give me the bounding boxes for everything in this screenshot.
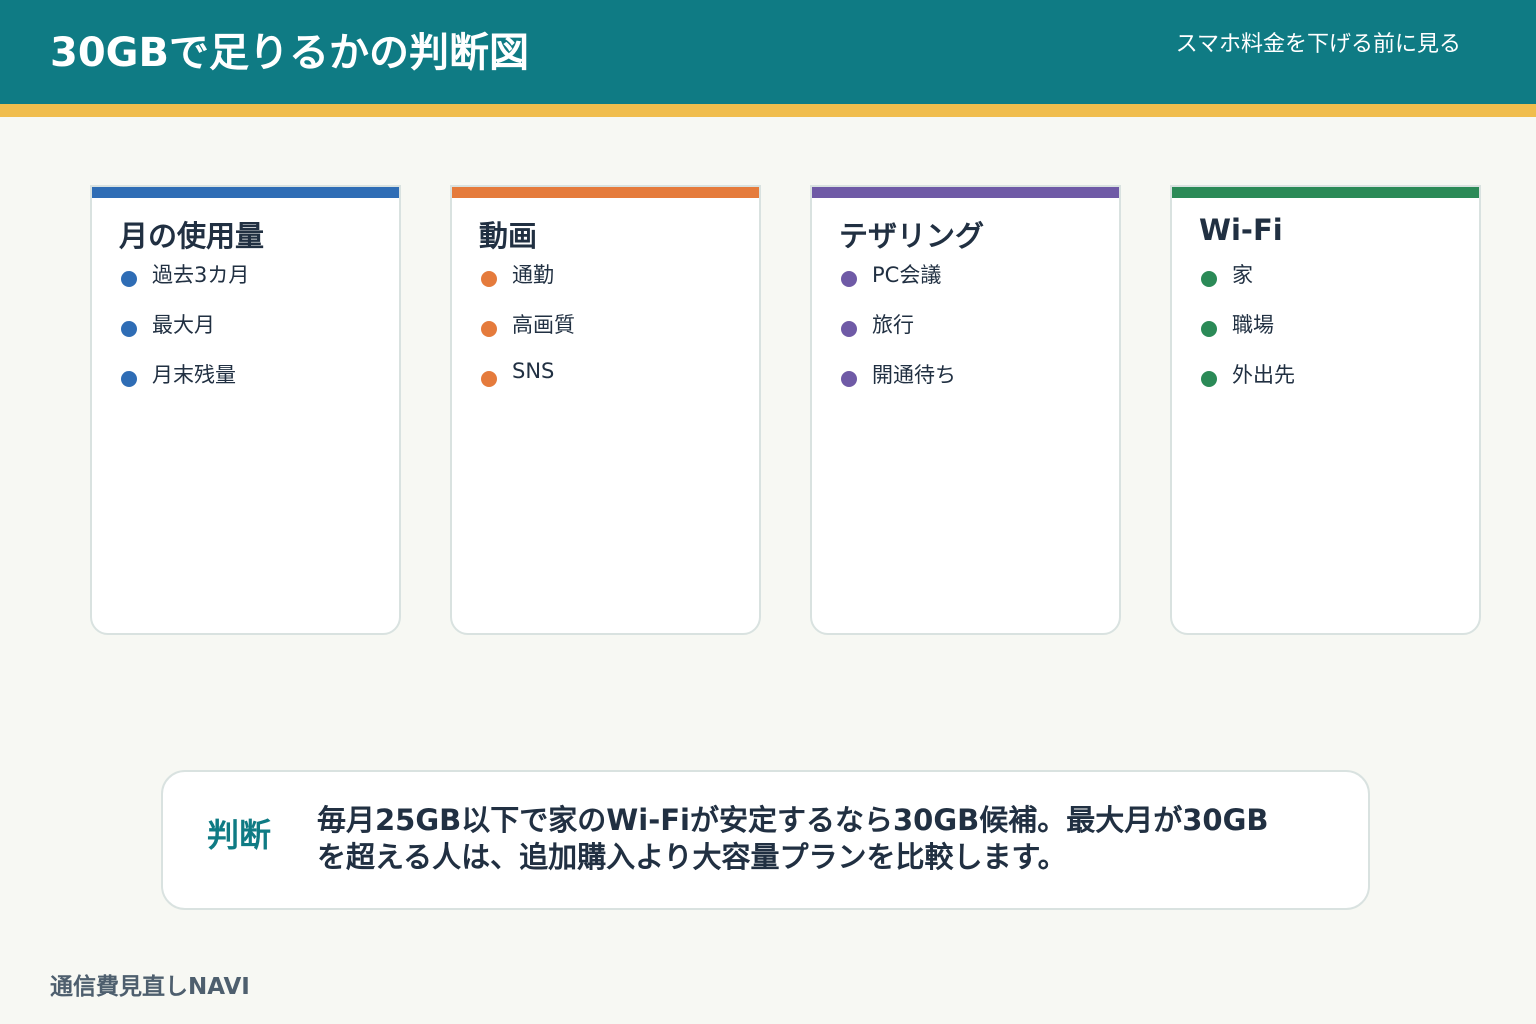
card-tethering: テザリング PC会議 旅行 開通待ち (810, 185, 1121, 635)
list-item-label: 職場 (1232, 313, 1274, 337)
bullet-dot-icon (1201, 271, 1217, 287)
list-item: 外出先 (1201, 359, 1295, 409)
bullet-dot-icon (1201, 371, 1217, 387)
bullet-dot-icon (841, 321, 857, 337)
page-title: 30GBで足りるかの判断図 (50, 30, 529, 76)
bullet-dot-icon (481, 321, 497, 337)
list-item: PC会議 (841, 259, 956, 309)
header-subtitle: スマホ料金を下げる前に見る (1175, 32, 1461, 57)
list-item-label: 外出先 (1232, 363, 1295, 387)
card-wifi: Wi-Fi 家 職場 外出先 (1170, 185, 1481, 635)
bullet-dot-icon (121, 271, 137, 287)
card-video: 動画 通勤 高画質 SNS (450, 185, 761, 635)
list-item: 月末残量 (121, 359, 249, 409)
card-title: テザリング (839, 219, 985, 253)
judgment-text: 毎月25GB以下で家のWi-Fiが安定するなら30GB候補。最大月が30GBを超… (317, 803, 1269, 874)
bullet-dot-icon (1201, 321, 1217, 337)
list-item-label: PC会議 (872, 263, 942, 287)
bullet-dot-icon (841, 371, 857, 387)
card-item-list: 家 職場 外出先 (1201, 259, 1295, 409)
list-item-label: 過去3カ月 (152, 263, 250, 287)
card-title: 月の使用量 (119, 219, 265, 253)
card-monthly-usage: 月の使用量 過去3カ月 最大月 月末残量 (90, 185, 401, 635)
list-item-label: 家 (1232, 263, 1253, 287)
list-item-label: 通勤 (512, 263, 554, 287)
bullet-dot-icon (121, 371, 137, 387)
list-item-label: 旅行 (872, 313, 914, 337)
card-accent-bar (452, 187, 759, 198)
card-accent-bar (1172, 187, 1479, 198)
card-title: Wi-Fi (1199, 213, 1283, 247)
list-item-label: 月末残量 (152, 363, 236, 387)
list-item: 高画質 (481, 309, 575, 359)
card-accent-bar (92, 187, 399, 198)
list-item: 旅行 (841, 309, 956, 359)
judgment-box: 判断 毎月25GB以下で家のWi-Fiが安定するなら30GB候補。最大月が30G… (161, 770, 1370, 910)
card-item-list: PC会議 旅行 開通待ち (841, 259, 956, 409)
list-item-label: 開通待ち (872, 363, 956, 387)
list-item: SNS (481, 359, 575, 409)
list-item: 職場 (1201, 309, 1295, 359)
header-accent-stripe (0, 104, 1536, 117)
list-item: 家 (1201, 259, 1295, 309)
list-item-label: 最大月 (152, 313, 215, 337)
bullet-dot-icon (481, 371, 497, 387)
card-item-list: 過去3カ月 最大月 月末残量 (121, 259, 249, 409)
list-item: 通勤 (481, 259, 575, 309)
footer-brand: 通信費見直しNAVI (50, 974, 250, 1000)
card-accent-bar (812, 187, 1119, 198)
list-item-label: 高画質 (512, 313, 575, 337)
list-item: 過去3カ月 (121, 259, 249, 309)
judgment-label: 判断 (207, 816, 272, 854)
list-item: 開通待ち (841, 359, 956, 409)
card-title: 動画 (479, 219, 538, 253)
bullet-dot-icon (841, 271, 857, 287)
list-item: 最大月 (121, 309, 249, 359)
bullet-dot-icon (121, 321, 137, 337)
card-item-list: 通勤 高画質 SNS (481, 259, 575, 409)
list-item-label: SNS (512, 359, 555, 383)
bullet-dot-icon (481, 271, 497, 287)
